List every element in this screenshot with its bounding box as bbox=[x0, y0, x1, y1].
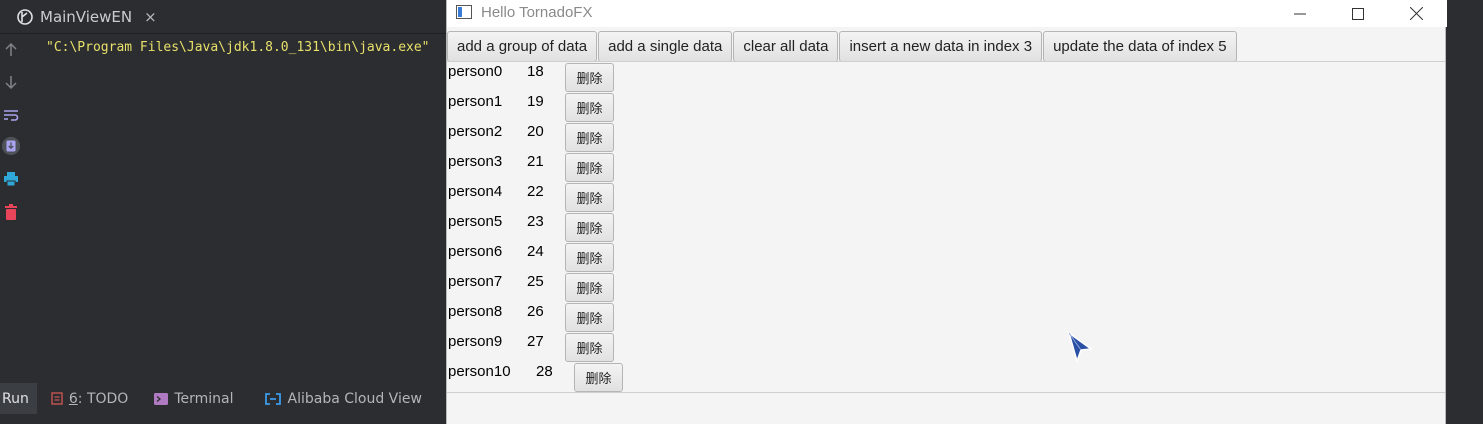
list-item: person1 19 删除 bbox=[447, 91, 847, 122]
arrow-up-icon[interactable] bbox=[1, 40, 21, 60]
person-name: person0 bbox=[448, 63, 503, 80]
list-item: person6 24 删除 bbox=[447, 241, 847, 272]
window-content: add a group of data add a single data cl… bbox=[447, 27, 1445, 424]
clear-all-button[interactable]: clear all data bbox=[733, 31, 839, 62]
person-name: person3 bbox=[448, 153, 503, 170]
app-window-icon bbox=[456, 5, 472, 19]
trash-icon[interactable] bbox=[1, 202, 21, 222]
todo-tool-tab[interactable]: 6: TODO bbox=[51, 383, 128, 414]
todo-tab-number: 6 bbox=[68, 390, 78, 407]
tool-window-bar: Run 6: TODO Terminal Alibaba Cloud View bbox=[0, 383, 446, 414]
alibaba-cloud-tab-label: Alibaba Cloud View bbox=[287, 390, 422, 407]
update-index-5-button[interactable]: update the data of index 5 bbox=[1043, 31, 1237, 62]
list-item: person5 23 删除 bbox=[447, 211, 847, 242]
list-item: person4 22 删除 bbox=[447, 181, 847, 212]
run-config-title: MainViewEN bbox=[40, 7, 133, 26]
run-tab-label: Run bbox=[2, 390, 29, 407]
delete-button[interactable]: 删除 bbox=[565, 63, 614, 92]
alibaba-cloud-view-tab[interactable]: Alibaba Cloud View bbox=[264, 383, 422, 414]
person-age: 18 bbox=[527, 63, 544, 80]
delete-button[interactable]: 删除 bbox=[565, 183, 614, 212]
person-name: person7 bbox=[448, 273, 503, 290]
alibaba-cloud-icon bbox=[264, 392, 281, 405]
console-command-line: "C:\Program Files\Java\jdk1.8.0_131\bin\… bbox=[46, 40, 430, 55]
delete-button[interactable]: 删除 bbox=[574, 363, 623, 392]
delete-button[interactable]: 删除 bbox=[565, 303, 614, 332]
list-item: person3 21 删除 bbox=[447, 151, 847, 182]
window-title: Hello TornadoFX bbox=[481, 4, 593, 21]
ide-status-strip bbox=[0, 414, 446, 424]
close-window-button[interactable] bbox=[1387, 0, 1445, 27]
person-age: 25 bbox=[527, 273, 544, 290]
list-item: person7 25 删除 bbox=[447, 271, 847, 302]
list-item: person10 28 删除 bbox=[447, 361, 847, 392]
person-name: person9 bbox=[448, 333, 503, 350]
close-icon bbox=[1409, 7, 1423, 20]
person-age: 26 bbox=[527, 303, 544, 320]
person-age: 23 bbox=[527, 213, 544, 230]
close-icon[interactable]: × bbox=[144, 8, 157, 26]
list-item: person8 26 删除 bbox=[447, 301, 847, 332]
person-age: 19 bbox=[527, 93, 544, 110]
todo-tab-label: : TODO bbox=[77, 390, 129, 407]
add-single-button[interactable]: add a single data bbox=[598, 31, 733, 62]
person-age: 24 bbox=[527, 243, 544, 260]
arrow-down-icon[interactable] bbox=[1, 72, 21, 92]
person-name: person10 bbox=[448, 363, 511, 380]
list-item: person0 18 删除 bbox=[447, 61, 847, 92]
person-age: 28 bbox=[536, 363, 553, 380]
mouse-cursor-icon bbox=[1067, 331, 1094, 364]
bottom-divider bbox=[447, 392, 1445, 393]
person-name: person6 bbox=[448, 243, 503, 260]
maximize-button[interactable] bbox=[1329, 0, 1387, 27]
person-age: 22 bbox=[527, 183, 544, 200]
minimize-icon bbox=[1294, 13, 1306, 14]
delete-button[interactable]: 删除 bbox=[565, 123, 614, 152]
person-name: person1 bbox=[448, 93, 503, 110]
print-icon[interactable] bbox=[1, 169, 21, 189]
terminal-tab-label: Terminal bbox=[174, 390, 234, 407]
soft-wrap-icon[interactable] bbox=[1, 105, 21, 125]
terminal-tool-tab[interactable]: Terminal bbox=[154, 383, 234, 414]
person-age: 20 bbox=[527, 123, 544, 140]
window-titlebar[interactable]: Hello TornadoFX bbox=[447, 0, 1447, 27]
ide-run-panel: MainViewEN × "C:\Program Files\Java\jdk1… bbox=[0, 0, 446, 424]
console-toolbar bbox=[0, 34, 22, 374]
console-output[interactable]: "C:\Program Files\Java\jdk1.8.0_131\bin\… bbox=[30, 34, 446, 374]
insert-index-3-button[interactable]: insert a new data in index 3 bbox=[839, 31, 1043, 62]
person-age: 21 bbox=[527, 153, 544, 170]
scroll-to-end-icon[interactable] bbox=[1, 136, 21, 156]
delete-button[interactable]: 删除 bbox=[565, 213, 614, 242]
todo-icon bbox=[51, 392, 63, 405]
action-toolbar: add a group of data add a single data cl… bbox=[447, 31, 1237, 62]
add-group-button[interactable]: add a group of data bbox=[447, 31, 598, 62]
run-tool-tab[interactable]: Run bbox=[0, 383, 37, 414]
kotlin-run-icon bbox=[17, 8, 33, 25]
minimize-button[interactable] bbox=[1271, 0, 1329, 27]
person-name: person2 bbox=[448, 123, 503, 140]
terminal-icon bbox=[154, 392, 169, 405]
list-item: person9 27 删除 bbox=[447, 331, 847, 362]
delete-button[interactable]: 删除 bbox=[565, 273, 614, 302]
person-age: 27 bbox=[527, 333, 544, 350]
delete-button[interactable]: 删除 bbox=[565, 243, 614, 272]
person-name: person8 bbox=[448, 303, 503, 320]
delete-button[interactable]: 删除 bbox=[565, 93, 614, 122]
list-item: person2 20 删除 bbox=[447, 121, 847, 152]
tornadofx-window: Hello TornadoFX add a group of data add … bbox=[446, 0, 1447, 424]
person-name: person4 bbox=[448, 183, 503, 200]
delete-button[interactable]: 删除 bbox=[565, 333, 614, 362]
person-name: person5 bbox=[448, 213, 503, 230]
maximize-icon bbox=[1352, 7, 1364, 20]
run-config-tab[interactable]: MainViewEN × bbox=[16, 0, 157, 33]
run-tabbar: MainViewEN × bbox=[0, 0, 446, 34]
delete-button[interactable]: 删除 bbox=[565, 153, 614, 182]
